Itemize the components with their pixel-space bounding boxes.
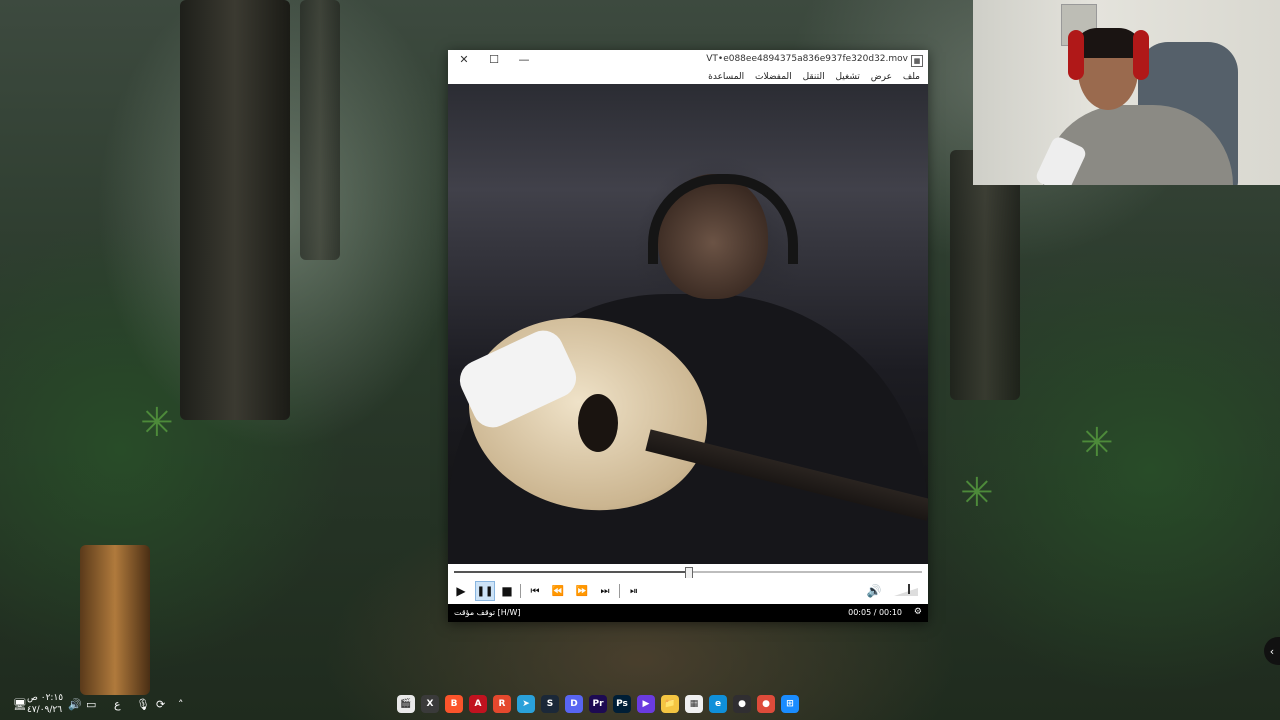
window-title: VT•e088ee4894375a836e937fe320d32.mov	[706, 54, 908, 64]
clock[interactable]: ٠٢:١٥ ص ٤٧/٠٩/٢٦	[27, 692, 63, 716]
fern: ✳	[960, 470, 994, 516]
photoshop-icon[interactable]: Ps	[613, 695, 631, 713]
taskbar: 🖥 ٠٢:١٥ ص ٤٧/٠٩/٢٦ 🔊 ▭ ع 🎙 ⟳ ˄ 🎬 X B A R ➤ S D P…	[0, 690, 1280, 720]
minimize-button[interactable]: —	[510, 52, 538, 68]
menu-play[interactable]: تشغيل	[835, 70, 859, 84]
separator	[619, 584, 620, 598]
next-button[interactable]: ⏭	[595, 581, 615, 601]
app-icon: ▦	[911, 55, 923, 67]
stop-button[interactable]: ■	[497, 581, 517, 601]
tree-trunk	[950, 150, 1020, 400]
file-explorer-icon[interactable]: 📁	[661, 695, 679, 713]
fern: ✳	[140, 400, 174, 446]
language-indicator[interactable]: ع	[114, 698, 121, 711]
control-bar: ▶ ❚❚ ■ ⏮ ⏪ ⏩ ⏭ ⏯ 🔊	[448, 578, 928, 604]
clapper-icon[interactable]: 🎬	[397, 695, 415, 713]
status-text: توقف مؤقت [H/W]	[454, 608, 521, 617]
clock-date: ٤٧/٠٩/٢٦	[27, 705, 63, 715]
chevron-up-icon[interactable]: ˄	[178, 698, 184, 711]
telegram-icon[interactable]: ➤	[517, 695, 535, 713]
notification-icon[interactable]: 🖥	[13, 698, 27, 711]
frame-step-button[interactable]: ⏯	[624, 581, 644, 601]
store-icon[interactable]: ▦	[685, 695, 703, 713]
rewind-button[interactable]: ⏪	[548, 581, 568, 601]
media-player-icon[interactable]: ▶	[637, 695, 655, 713]
obs-icon[interactable]: ●	[733, 695, 751, 713]
microphone-icon[interactable]: 🎙	[136, 698, 150, 711]
menu-view[interactable]: عرض	[871, 70, 892, 84]
video-frame[interactable]	[448, 84, 928, 564]
video-headset	[648, 174, 798, 264]
log	[80, 545, 150, 695]
seek-track[interactable]	[454, 567, 922, 579]
title-bar[interactable]: ✕ ☐ — VT•e088ee4894375a836e937fe320d32.m…	[448, 50, 928, 70]
time-readout: 00:05 / 00:10	[848, 608, 902, 617]
menu-help[interactable]: المساعدة	[708, 70, 744, 84]
volume-icon[interactable]: 🔊	[68, 698, 82, 711]
steam-icon[interactable]: S	[541, 695, 559, 713]
clock-time: ٠٢:١٥ ص	[27, 693, 64, 703]
discord-icon[interactable]: D	[565, 695, 583, 713]
webcam-headphone-left	[1068, 30, 1084, 80]
fern: ✳	[1080, 420, 1114, 466]
volume-track	[894, 588, 918, 596]
app-red-icon[interactable]: R	[493, 695, 511, 713]
menu-navigate[interactable]: التنقل	[803, 70, 825, 84]
menu-favorites[interactable]: المفضلات	[755, 70, 792, 84]
acrobat-icon[interactable]: A	[469, 695, 487, 713]
tree-trunk	[300, 0, 340, 260]
tree-trunk	[180, 0, 290, 420]
volume-thumb[interactable]	[908, 584, 910, 594]
menu-file[interactable]: ملف	[903, 70, 920, 84]
start-icon[interactable]: ⊞	[781, 695, 799, 713]
webcam-headphone-right	[1133, 30, 1149, 80]
separator	[520, 584, 521, 598]
webcam-overlay	[973, 0, 1280, 185]
seek-bar[interactable]	[448, 564, 928, 579]
forward-button[interactable]: ⏩	[572, 581, 592, 601]
sync-icon[interactable]: ⟳	[156, 698, 165, 711]
network-icon[interactable]: ▭	[86, 698, 96, 711]
maximize-button[interactable]: ☐	[480, 52, 508, 68]
play-button[interactable]: ▶	[451, 581, 471, 601]
volume-slider[interactable]	[894, 584, 920, 598]
media-player-window: ✕ ☐ — VT•e088ee4894375a836e937fe320d32.m…	[448, 50, 928, 622]
brave-icon[interactable]: B	[445, 695, 463, 713]
volume-icon[interactable]: 🔊	[864, 581, 884, 601]
video-oud-soundhole	[578, 394, 618, 452]
xbox-icon[interactable]: X	[421, 695, 439, 713]
menu-bar: ملف عرض تشغيل التنقل المفضلات المساعدة	[448, 70, 928, 84]
settings-icon[interactable]: ⚙	[914, 607, 922, 617]
premiere-icon[interactable]: Pr	[589, 695, 607, 713]
chrome-icon[interactable]: ●	[757, 695, 775, 713]
close-button[interactable]: ✕	[450, 52, 478, 68]
edge-icon[interactable]: e	[709, 695, 727, 713]
status-bar: توقف مؤقت [H/W] 00:05 / 00:10 ⚙	[448, 604, 928, 622]
pause-button[interactable]: ❚❚	[475, 581, 495, 601]
seek-progress	[454, 571, 688, 573]
previous-button[interactable]: ⏮	[525, 581, 545, 601]
